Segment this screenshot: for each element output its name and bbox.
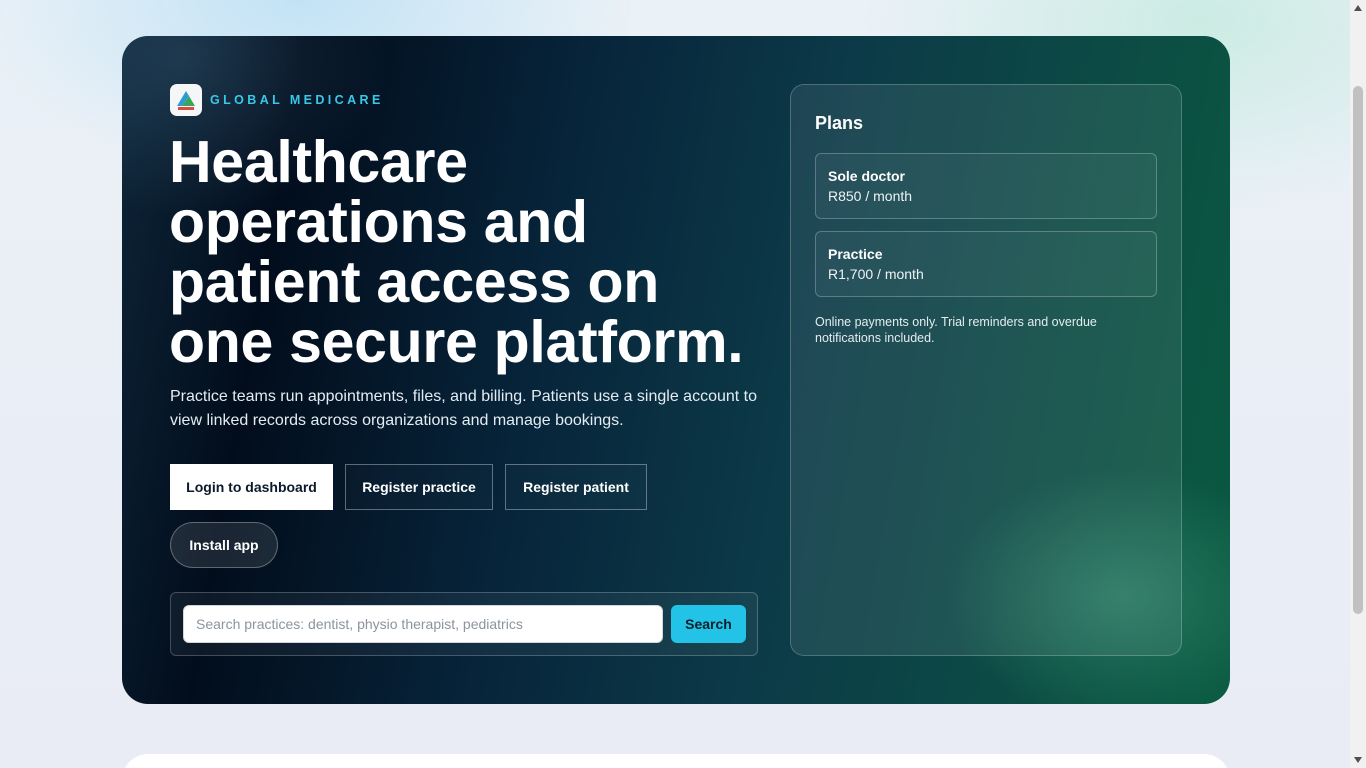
install-app-button[interactable]: Install app [170,522,278,568]
next-section-card [122,754,1230,768]
register-practice-button[interactable]: Register practice [345,464,493,510]
plan-card-practice[interactable]: Practice R1,700 / month [815,231,1157,297]
plan-price: R850 / month [828,188,913,204]
brand-name: GLOBAL MEDICARE [210,93,384,107]
plan-name: Sole doctor [828,168,906,184]
hero-section: GLOBAL MEDICARE Healthcare operations an… [122,36,1230,704]
page-scrollbar[interactable] [1350,0,1366,768]
triangle-logo-icon [170,84,202,116]
scrollbar-thumb[interactable] [1353,86,1363,614]
search-button[interactable]: Search [671,605,746,643]
landing-page: GLOBAL MEDICARE Healthcare operations an… [0,0,1350,768]
search-input[interactable] [183,605,663,643]
scroll-down-arrow-icon[interactable] [1350,752,1366,768]
plans-note: Online payments only. Trial reminders an… [815,315,1097,345]
plan-price: R1,700 / month [828,266,924,282]
practice-search-bar: Search [170,592,758,656]
login-button[interactable]: Login to dashboard [170,464,333,510]
page-title: Healthcare operations and patient access… [169,129,744,375]
plans-panel: Plans Sole doctor R850 / month Practice … [790,84,1182,656]
plan-card-sole-doctor[interactable]: Sole doctor R850 / month [815,153,1157,219]
plan-name: Practice [828,246,883,262]
hero-subtitle: Practice teams run appointments, files, … [170,388,757,429]
plans-title: Plans [815,113,864,133]
register-patient-button[interactable]: Register patient [505,464,647,510]
scroll-up-arrow-icon[interactable] [1350,0,1366,16]
brand[interactable]: GLOBAL MEDICARE [170,84,384,116]
